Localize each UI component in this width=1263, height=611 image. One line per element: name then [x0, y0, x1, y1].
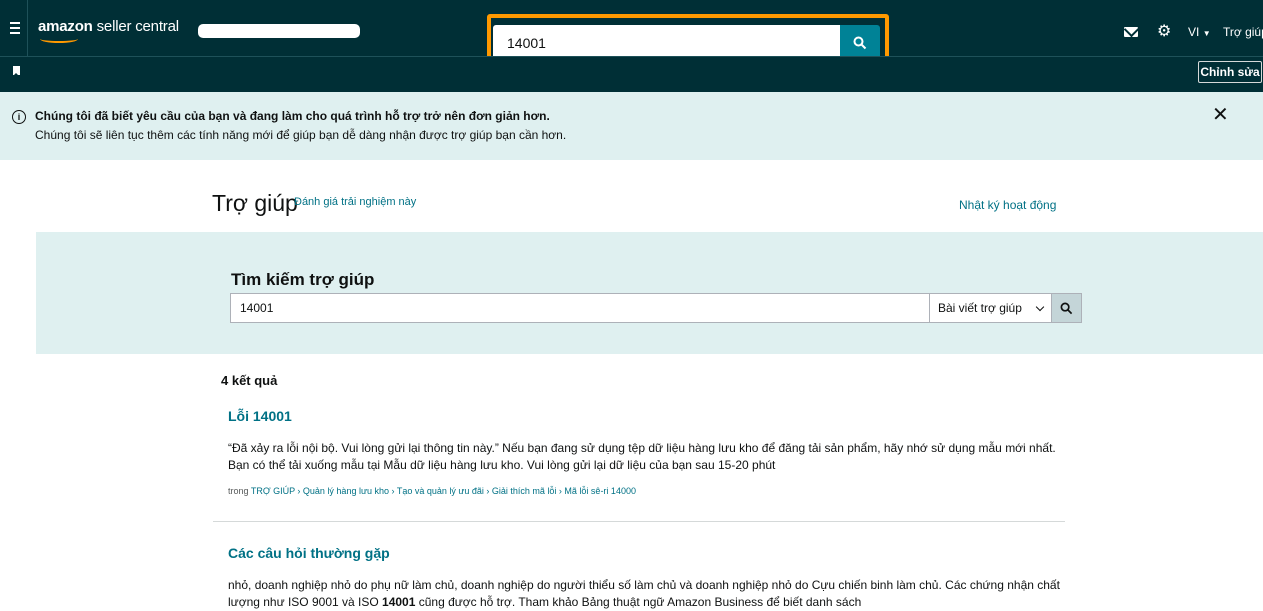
seller-central-logo[interactable]: amazon seller central	[38, 18, 179, 43]
top-search-input[interactable]	[493, 25, 841, 60]
banner-title: Chúng tôi đã biết yêu cầu của bạn và đan…	[35, 109, 550, 123]
help-search-heading: Tìm kiếm trợ giúp	[231, 270, 375, 289]
snippet-text: lượng như ISO 9001 và ISO	[228, 595, 383, 609]
result-snippet: nhỏ, doanh nghiệp nhỏ do phụ nữ làm chủ,…	[228, 577, 1068, 611]
banner-text: Chúng tôi sẽ liên tục thêm các tính năng…	[35, 128, 567, 142]
logo-brand: amazon	[38, 18, 93, 35]
result-snippet-line: “Đã xảy ra lỗi nội bộ. Vui lòng gửi lại …	[228, 441, 1056, 455]
info-icon: i	[12, 110, 26, 124]
result-count: 4 kết quả	[221, 373, 278, 388]
search-scope-select[interactable]: Bài viết trợ giúp	[929, 293, 1052, 323]
search-icon	[1060, 302, 1073, 314]
snippet-highlight: 14001	[382, 595, 416, 609]
snippet-text: cũng được hỗ trợ. Tham khảo Bảng thuật n…	[415, 595, 862, 609]
result-snippet: “Đã xảy ra lỗi nội bộ. Vui lòng gửi lại …	[228, 440, 1068, 474]
chevron-down-icon	[1035, 302, 1045, 311]
logo-suffix: seller central	[92, 18, 179, 35]
help-search-input[interactable]	[230, 293, 930, 323]
language-label: VI	[1188, 25, 1200, 39]
rate-experience-link[interactable]: Đánh giá trải nghiệm này	[294, 196, 416, 208]
bookmark-icon[interactable]	[13, 66, 20, 76]
caret-down-icon: ▼	[1202, 29, 1211, 38]
result-title-link[interactable]: Lỗi 14001	[228, 408, 292, 424]
sub-navigation-bar	[0, 56, 1263, 92]
logo-smile-icon	[40, 35, 78, 43]
result-divider	[213, 521, 1065, 522]
activity-log-link[interactable]: Nhật ký hoạt động	[959, 198, 1056, 212]
mail-icon[interactable]	[1124, 27, 1138, 37]
help-link[interactable]: Trợ giúp	[1223, 25, 1263, 39]
result-breadcrumb: trong TRỢ GIÚP › Quản lý hàng lưu kho › …	[228, 486, 636, 496]
page-title: Trợ giúp	[212, 190, 298, 216]
menu-icon[interactable]	[0, 0, 28, 56]
result-breadcrumb-prefix: trong	[228, 486, 251, 496]
search-icon	[853, 36, 867, 49]
result-snippet-line: Bạn có thể tải xuống mẫu tại Mẫu dữ liệu…	[228, 458, 776, 472]
info-banner	[0, 92, 1263, 160]
result-snippet-line: lượng như ISO 9001 và ISO 14001 cũng đượ…	[228, 594, 1068, 611]
result-snippet-line: nhỏ, doanh nghiệp nhỏ do phụ nữ làm chủ,…	[228, 578, 1060, 592]
search-scope-value: Bài viết trợ giúp	[938, 301, 1022, 315]
account-name-redacted[interactable]	[198, 24, 360, 38]
help-search-button[interactable]	[1052, 293, 1082, 323]
gear-icon[interactable]: ⚙	[1157, 24, 1171, 40]
close-icon[interactable]: ✕	[1212, 105, 1229, 125]
top-search-button[interactable]	[840, 25, 880, 60]
language-selector[interactable]: VI ▼	[1188, 25, 1211, 39]
result-breadcrumb-path[interactable]: TRỢ GIÚP › Quản lý hàng lưu kho › Tạo và…	[251, 486, 636, 496]
result-title-link[interactable]: Các câu hỏi thường gặp	[228, 545, 390, 561]
edit-button[interactable]: Chỉnh sửa	[1198, 61, 1262, 83]
